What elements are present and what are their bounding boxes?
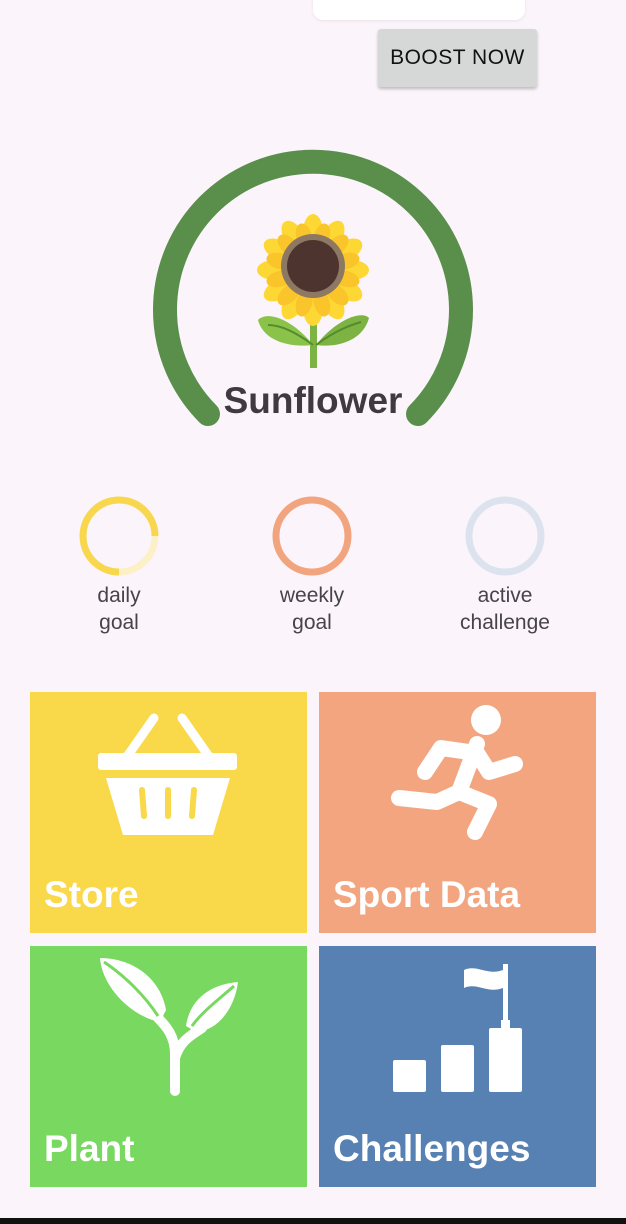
sunflower-icon [257, 214, 369, 368]
daily-goal-label-1: daily [97, 584, 141, 607]
active-challenge-label-1: active [477, 584, 533, 607]
daily-goal-ring [79, 496, 159, 576]
store-label: Store [44, 874, 139, 915]
growth-gauge [153, 149, 473, 426]
active-challenge-ring [465, 496, 545, 576]
weekly-goal-label-2: goal [292, 611, 332, 634]
weekly-goal-label-1: weekly [279, 584, 345, 607]
weekly-goal[interactable]: weekly goal [237, 494, 387, 636]
bottom-bar [0, 1218, 626, 1224]
plant-tile[interactable]: Plant [30, 946, 307, 1187]
plant-label: Plant [44, 1128, 135, 1169]
challenges-label: Challenges [333, 1128, 531, 1169]
active-challenge-label-2: challenge [460, 611, 550, 634]
challenges-tile[interactable]: Challenges [319, 946, 596, 1187]
sport-data-label: Sport Data [333, 874, 521, 915]
store-tile[interactable]: Store [30, 692, 307, 933]
weekly-goal-ring [272, 496, 352, 576]
daily-goal-label-2: goal [99, 611, 139, 634]
active-challenge[interactable]: active challenge [430, 494, 580, 636]
daily-goal[interactable]: daily goal [44, 494, 194, 636]
plant-name: Sunflower [223, 380, 403, 421]
sport-data-tile[interactable]: Sport Data [319, 692, 596, 933]
